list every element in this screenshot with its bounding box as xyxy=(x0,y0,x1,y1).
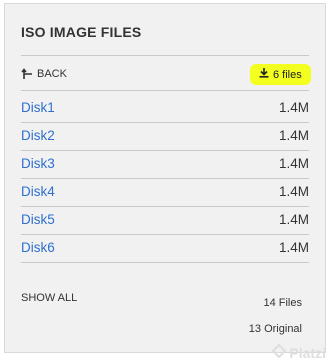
file-link[interactable]: Disk2 xyxy=(21,128,55,143)
divider xyxy=(21,55,309,56)
file-row: Disk3 1.4M xyxy=(21,149,309,177)
file-link[interactable]: Disk5 xyxy=(21,212,55,227)
back-button[interactable]: BACK xyxy=(21,68,67,80)
file-row: Disk1 1.4M xyxy=(21,93,309,121)
download-icon xyxy=(259,68,269,81)
watermark: Platzi xyxy=(272,343,326,361)
download-files-button[interactable]: 6 files xyxy=(253,67,308,82)
file-row: Disk5 1.4M xyxy=(21,205,309,233)
file-size: 1.4M xyxy=(278,239,309,255)
back-label: BACK xyxy=(37,68,67,80)
download-label: 6 files xyxy=(273,68,302,81)
show-all-link[interactable]: SHOW ALL xyxy=(21,292,77,304)
file-row: Disk6 1.4M xyxy=(21,233,309,261)
file-size: 1.4M xyxy=(278,211,309,227)
divider xyxy=(21,262,309,263)
platzi-logo-icon xyxy=(272,343,287,361)
file-size: 1.4M xyxy=(278,155,309,171)
file-link[interactable]: Disk3 xyxy=(21,156,55,171)
file-size: 1.4M xyxy=(278,127,309,143)
back-arrow-icon xyxy=(21,68,33,80)
files-count: 14 Files xyxy=(263,297,302,309)
panel-title: ISO IMAGE FILES xyxy=(21,24,142,40)
watermark-text: Platzi xyxy=(289,344,326,361)
iso-image-files-panel: ISO IMAGE FILES BACK 6 files Disk1 1.4M … xyxy=(4,3,326,353)
file-link[interactable]: Disk6 xyxy=(21,240,55,255)
file-size: 1.4M xyxy=(278,183,309,199)
divider xyxy=(21,90,309,91)
file-size: 1.4M xyxy=(278,99,309,115)
original-count: 13 Original xyxy=(248,323,302,335)
file-link[interactable]: Disk1 xyxy=(21,100,55,115)
file-row: Disk4 1.4M xyxy=(21,177,309,205)
file-link[interactable]: Disk4 xyxy=(21,184,55,199)
file-row: Disk2 1.4M xyxy=(21,121,309,149)
